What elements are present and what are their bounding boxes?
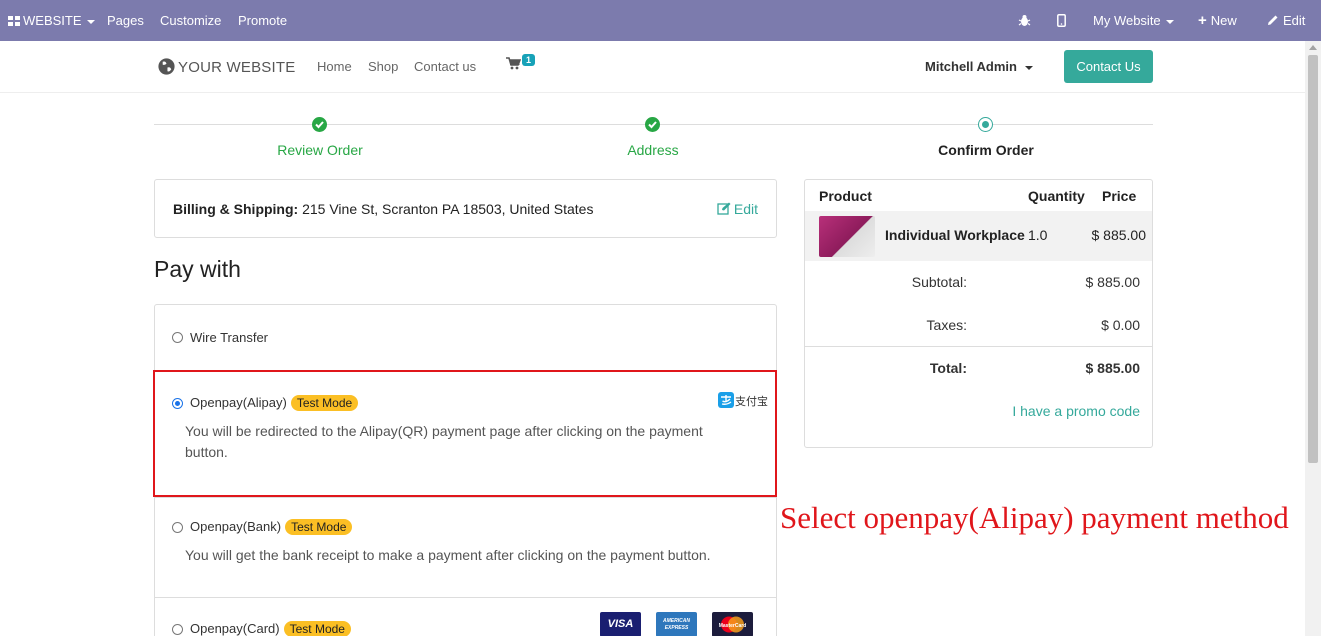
step-address-check-icon <box>645 117 660 132</box>
product-image <box>819 216 875 257</box>
promote-menu[interactable]: Promote <box>238 0 287 41</box>
product-name: Individual Workplace <box>885 227 1025 243</box>
scrollbar-thumb[interactable] <box>1308 55 1318 463</box>
test-mode-badge: Test Mode <box>283 621 351 636</box>
payment-label: Openpay(Card) Test Mode <box>190 621 351 636</box>
promo-code-link[interactable]: I have a promo code <box>1012 403 1140 419</box>
step-confirm-dot <box>978 117 993 132</box>
billing-label: Billing & Shipping: <box>173 201 299 217</box>
new-button[interactable]: + New <box>1198 0 1237 41</box>
pages-menu[interactable]: Pages <box>107 0 144 41</box>
contact-us-button[interactable]: Contact Us <box>1064 50 1153 83</box>
taxes-label: Taxes: <box>926 317 967 333</box>
payment-name: Wire Transfer <box>190 330 269 345</box>
pencil-icon <box>1268 15 1278 25</box>
total-label: Total: <box>929 360 967 376</box>
visa-logo: VISA <box>600 612 641 636</box>
product-header: Product <box>819 188 872 204</box>
cart-icon <box>506 57 522 70</box>
nav-home[interactable]: Home <box>317 59 352 74</box>
step-confirm-order: Confirm Order <box>938 142 1034 158</box>
subtotal-label: Subtotal: <box>911 274 967 290</box>
my-website-label: My Website <box>1093 13 1161 28</box>
nav-shop[interactable]: Shop <box>368 59 398 74</box>
nav-contact-us[interactable]: Contact us <box>414 59 476 74</box>
user-menu[interactable]: Mitchell Admin <box>925 59 1033 74</box>
website-menu[interactable]: WEBSITE <box>8 0 95 41</box>
total-value: $ 885.00 <box>1085 360 1141 376</box>
scroll-up-icon[interactable] <box>1309 45 1317 50</box>
site-logo[interactable]: YOUR WEBSITE <box>157 57 295 76</box>
taxes-value: $ 0.00 <box>1101 317 1140 333</box>
product-price: $ 885.00 <box>1091 227 1147 243</box>
globe-icon <box>158 58 175 75</box>
step-review-order[interactable]: Review Order <box>220 142 420 158</box>
customize-menu[interactable]: Customize <box>160 0 221 41</box>
payment-option-wire-transfer[interactable]: Wire Transfer <box>155 305 776 371</box>
cart-button[interactable]: 1 <box>506 54 536 75</box>
payment-option-openpay-bank[interactable]: Openpay(Bank) Test Mode You will get the … <box>155 497 776 597</box>
billing-edit-link[interactable]: Edit <box>717 201 758 217</box>
payment-name: Openpay(Bank) <box>190 519 282 534</box>
quantity-header: Quantity <box>1028 188 1085 204</box>
chevron-down-icon <box>1024 65 1033 70</box>
pay-with-heading: Pay with <box>154 256 241 282</box>
edit-button[interactable]: Edit <box>1267 0 1305 41</box>
step-address[interactable]: Address <box>553 142 753 158</box>
payment-label: Openpay(Bank) Test Mode <box>190 519 353 535</box>
chevron-down-icon <box>86 19 95 24</box>
test-mode-badge: Test Mode <box>285 519 353 535</box>
selection-highlight-box <box>153 370 777 497</box>
site-logo-text: YOUR WEBSITE <box>178 59 296 76</box>
price-header: Price <box>1102 188 1137 204</box>
annotation-text: Select openpay(Alipay) payment method <box>780 500 1289 535</box>
bank-radio[interactable] <box>172 522 183 533</box>
billing-address: 215 Vine St, Scranton PA 18503, United S… <box>302 201 594 217</box>
scrollbar[interactable] <box>1305 41 1321 636</box>
mobile-preview-button[interactable] <box>1057 0 1066 41</box>
chevron-down-icon <box>1165 19 1174 24</box>
my-website-menu[interactable]: My Website <box>1093 0 1174 41</box>
website-menu-label: WEBSITE <box>23 13 82 28</box>
product-quantity: 1.0 <box>1028 227 1048 243</box>
order-line: Individual Workplace 1.0 $ 885.00 <box>805 211 1152 261</box>
new-label: New <box>1210 13 1237 28</box>
billing-shipping-box: Billing & Shipping: 215 Vine St, Scranto… <box>154 179 777 238</box>
mastercard-text: MasterCard <box>718 623 747 629</box>
bug-icon <box>1018 15 1031 26</box>
mastercard-logo: MasterCard <box>712 612 753 636</box>
payment-name: Openpay(Card) <box>190 621 280 636</box>
edit-label: Edit <box>1283 13 1306 28</box>
plus-icon: + <box>1198 12 1207 29</box>
order-summary: Product Quantity Price Individual Workpl… <box>804 179 1153 448</box>
site-header: YOUR WEBSITE Home Shop Contact us 1 Mitc… <box>0 41 1305 93</box>
edit-icon <box>717 202 731 215</box>
admin-bar: WEBSITE Pages Customize Promote My Websi… <box>0 0 1321 41</box>
cart-count-badge: 1 <box>522 54 536 66</box>
mobile-icon <box>1057 14 1066 27</box>
billing-text: Billing & Shipping: 215 Vine St, Scranto… <box>173 201 593 217</box>
amex-logo: AMERICAN EXPRESS <box>656 612 697 636</box>
user-name: Mitchell Admin <box>925 59 1017 74</box>
summary-divider <box>805 346 1152 347</box>
wire-transfer-radio[interactable] <box>172 332 183 343</box>
debug-button[interactable] <box>1018 0 1031 41</box>
payment-description: You will get the bank receipt to make a … <box>185 547 711 563</box>
card-radio[interactable] <box>172 624 183 635</box>
apps-icon <box>8 16 20 26</box>
billing-edit-label: Edit <box>733 201 758 217</box>
step-review-check-icon <box>312 117 327 132</box>
subtotal-value: $ 885.00 <box>1085 274 1141 290</box>
